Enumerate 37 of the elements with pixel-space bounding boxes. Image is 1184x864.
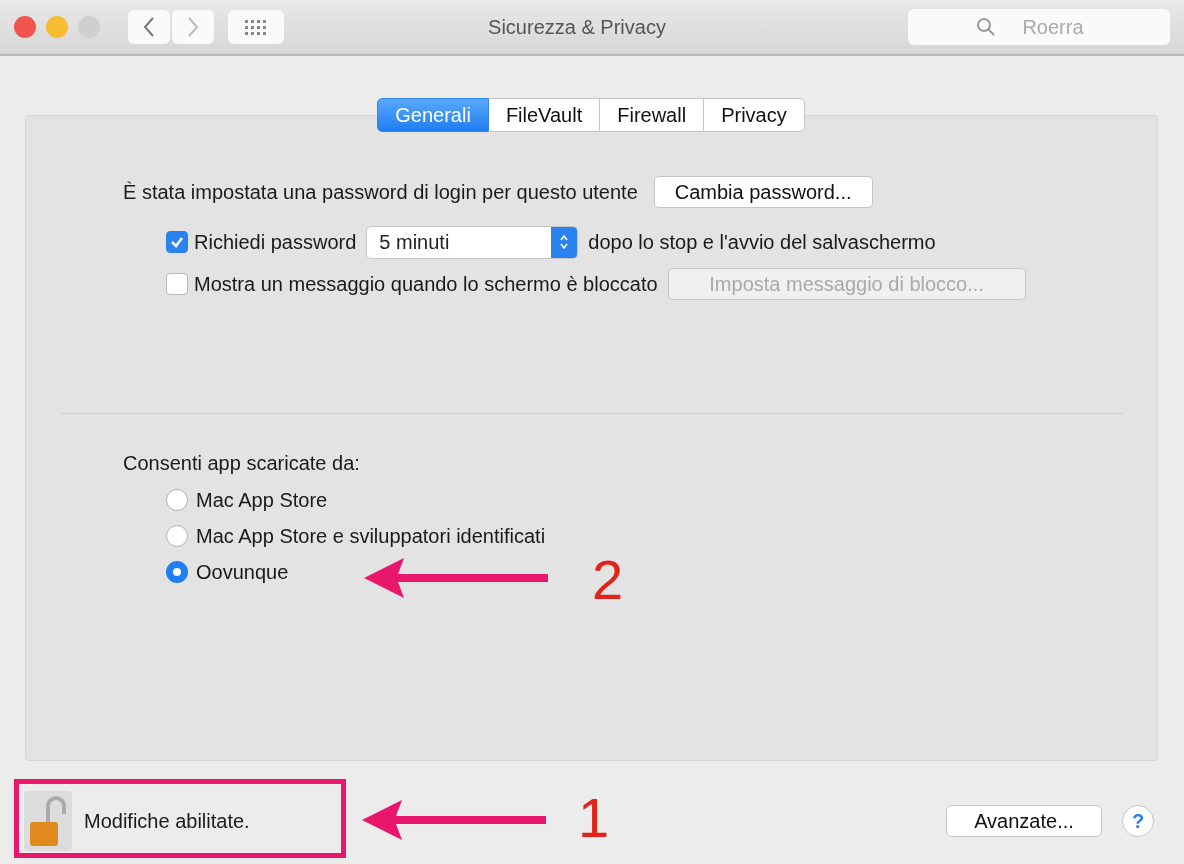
step-number: 2 (592, 552, 624, 608)
lock-icon[interactable] (24, 791, 72, 851)
lock-status-text: Modifiche abilitate. (84, 809, 250, 833)
close-button[interactable] (14, 16, 36, 38)
change-password-button[interactable]: Cambia password... (653, 176, 873, 208)
step-number: 1 (578, 790, 610, 846)
tab[interactable]: Privacy (704, 98, 805, 132)
stepper-arrows-icon (559, 233, 570, 251)
grid-button[interactable] (228, 10, 284, 44)
checkbox[interactable] (166, 231, 188, 253)
allow-apps-label: Consenti app scaricate da: (123, 451, 360, 475)
interval-suffix: dopo lo stop e l'avvio del salvaschermo (588, 230, 936, 254)
radio-label: Oovunque (196, 560, 289, 584)
interval-select[interactable]: 5 minuti (366, 225, 579, 259)
minimize-button[interactable] (46, 16, 68, 38)
checkbox[interactable] (166, 273, 188, 295)
login-text: È stata impostata una password di login per questo utente (123, 180, 638, 204)
chevron-right-icon (186, 16, 200, 38)
checkbox-label: Mostra un messaggio quando lo schermo è bloccato (194, 272, 658, 296)
help-button[interactable]: ? (1122, 805, 1154, 837)
advanced-button[interactable]: Avanzate... (946, 805, 1102, 837)
radio-label: Mac App Store (196, 488, 328, 512)
checkmark-icon (170, 235, 184, 249)
tab[interactable]: FileVault (488, 98, 601, 132)
radio-label: Mac App Store e sviluppatori identificati (196, 524, 546, 548)
grid-icon (244, 19, 268, 35)
radio-button[interactable] (166, 489, 188, 511)
tab[interactable]: Firewall (600, 98, 705, 132)
back-button[interactable] (128, 10, 170, 44)
radio-button[interactable] (166, 561, 188, 583)
search-icon (976, 17, 996, 37)
window-title: Sicurezza & Privacy (487, 15, 667, 39)
forward-button[interactable] (172, 10, 214, 44)
checkbox-label: Richiedi password (194, 230, 357, 254)
radio-button[interactable] (166, 525, 188, 547)
chevron-left-icon (142, 16, 156, 38)
search-field[interactable]: Roerra (908, 9, 1170, 45)
